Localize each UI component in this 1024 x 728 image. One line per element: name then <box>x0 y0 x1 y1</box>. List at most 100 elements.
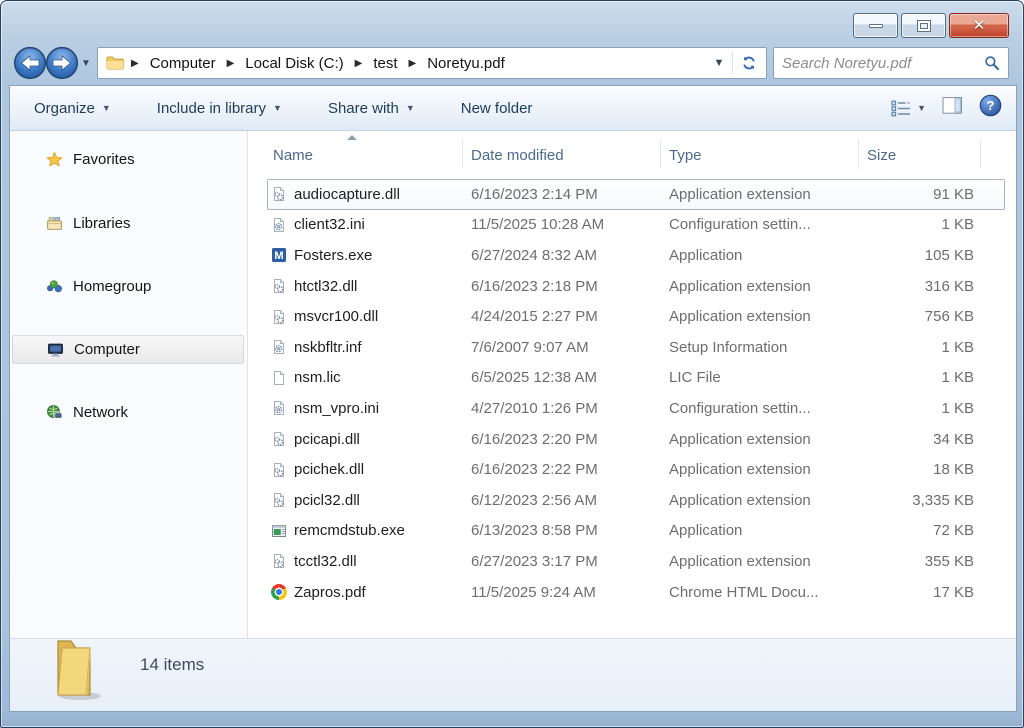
sidebar-item-libraries[interactable]: Libraries <box>12 209 244 238</box>
file-row-tcctl32-dll[interactable]: tcctl32.dll6/27/2023 3:17 PMApplication … <box>248 546 1016 577</box>
navigation-bar: ▼ ▶Computer▶Local Disk (C:)▶test▶Noretyu… <box>1 46 1023 80</box>
file-name: pcicl32.dll <box>294 492 360 509</box>
toolbar-button-new-folder[interactable]: New folder <box>451 94 543 123</box>
breadcrumb-chevron[interactable]: ▶ <box>124 58 146 69</box>
dll-gears-icon <box>271 309 287 325</box>
file-row-htctl32-dll[interactable]: htctl32.dll6/16/2023 2:18 PMApplication … <box>248 271 1016 302</box>
file-type: Application extension <box>661 308 859 325</box>
file-row-remcmdstub-exe[interactable]: remcmdstub.exe6/13/2023 8:58 PMApplicati… <box>248 516 1016 547</box>
folder-icon <box>106 56 124 70</box>
file-row-pcichek-dll[interactable]: pcichek.dll6/16/2023 2:22 PMApplication … <box>248 454 1016 485</box>
dll-gears-icon <box>271 492 287 508</box>
file-name: htctl32.dll <box>294 278 357 295</box>
file-row-nsm-vpro-ini[interactable]: nsm_vpro.ini4/27/2010 1:26 PMConfigurati… <box>248 393 1016 424</box>
toolbar-button-share-with[interactable]: Share with ▼ <box>318 94 425 123</box>
main-area: Favorites Libraries Homegroup Computer Netwo… <box>10 131 1016 638</box>
column-header-type[interactable]: Type <box>661 131 859 179</box>
close-icon: ✕ <box>973 18 986 33</box>
change-view-button[interactable]: ▼ <box>891 99 926 118</box>
details-pane: 14 items <box>10 638 1016 711</box>
window-controls: ✕ <box>853 13 1009 38</box>
breadcrumb-chevron[interactable]: ▶ <box>348 58 370 69</box>
app-window-icon <box>271 523 287 539</box>
preview-pane-button[interactable] <box>942 96 963 120</box>
chevron-down-icon: ▼ <box>406 103 415 113</box>
toolbar-button-include-in-library[interactable]: Include in library▼ <box>147 94 292 123</box>
forward-button[interactable] <box>45 46 79 80</box>
breadcrumb[interactable]: ▶Computer▶Local Disk (C:)▶test▶Noretyu.p… <box>97 47 767 79</box>
sidebar-item-label: Libraries <box>73 215 131 232</box>
network-icon <box>46 404 63 421</box>
back-button[interactable] <box>13 46 47 80</box>
breadcrumb-item-noretyu-pdf[interactable]: Noretyu.pdf <box>423 53 509 74</box>
file-date: 6/16/2023 2:14 PM <box>463 186 661 203</box>
search-icon[interactable] <box>984 55 1000 71</box>
file-size: 1 KB <box>859 369 981 386</box>
maximize-button[interactable] <box>901 13 946 38</box>
chevron-down-icon: ▼ <box>917 103 926 113</box>
toolbar-button-organize[interactable]: Organize▼ <box>24 94 121 123</box>
breadcrumb-item-local-disk-c[interactable]: Local Disk (C:) <box>241 53 347 74</box>
file-row-audiocapture-dll[interactable]: audiocapture.dll6/16/2023 2:14 PMApplica… <box>248 179 1016 210</box>
command-bar: Organize▼Include in library▼Share with▼N… <box>10 86 1016 131</box>
breadcrumb-chevron[interactable]: ▶ <box>402 58 424 69</box>
file-type: Configuration settin... <box>661 400 859 417</box>
file-name-cell: Zapros.pdf <box>248 584 463 601</box>
toolbar-button-label: Share with <box>328 100 399 117</box>
big-folder-icon <box>44 633 110 705</box>
toolbar-button-label: Organize <box>34 100 95 117</box>
sidebar-item-network[interactable]: Network <box>12 398 244 427</box>
help-button[interactable]: ? <box>979 94 1002 122</box>
column-header-date-modified[interactable]: Date modified <box>463 131 661 179</box>
breadcrumb-item-computer[interactable]: Computer <box>146 53 220 74</box>
file-list: NameDate modifiedType Size audiocapture.d… <box>248 131 1016 638</box>
breadcrumb-item-test[interactable]: test <box>369 53 401 74</box>
recent-pages-button[interactable]: ▼ <box>81 58 91 69</box>
file-row-nskbfltr-inf[interactable]: nskbfltr.inf7/6/2007 9:07 AMSetup Inform… <box>248 332 1016 363</box>
file-row-client32-ini[interactable]: client32.ini11/5/2025 10:28 AMConfigurat… <box>248 210 1016 241</box>
column-header-size[interactable]: Size <box>859 131 981 179</box>
file-name-cell: htctl32.dll <box>248 278 463 295</box>
file-row-nsm-lic[interactable]: nsm.lic6/5/2025 12:38 AMLIC File1 KB <box>248 363 1016 394</box>
file-name: pcicapi.dll <box>294 431 360 448</box>
file-name-cell: msvcr100.dll <box>248 308 463 325</box>
file-row-msvcr100-dll[interactable]: msvcr100.dll4/24/2015 2:27 PMApplication… <box>248 301 1016 332</box>
refresh-button[interactable] <box>733 55 765 71</box>
file-row-zapros-pdf[interactable]: Zapros.pdf11/5/2025 9:24 AMChrome HTML D… <box>248 577 1016 608</box>
exe-m-icon: M <box>271 247 287 263</box>
sidebar-item-favorites[interactable]: Favorites <box>12 145 244 174</box>
nav-buttons: ▼ <box>13 46 91 80</box>
sidebar-item-label: Favorites <box>73 151 135 168</box>
search-input[interactable] <box>782 55 984 72</box>
file-row-pcicapi-dll[interactable]: pcicapi.dll6/16/2023 2:20 PMApplication … <box>248 424 1016 455</box>
column-header-name[interactable]: Name <box>248 131 463 179</box>
file-date: 6/16/2023 2:22 PM <box>463 461 661 478</box>
dll-gears-icon <box>271 462 287 478</box>
sort-ascending-icon <box>347 135 357 140</box>
file-date: 11/5/2025 9:24 AM <box>463 584 661 601</box>
file-rows: audiocapture.dll6/16/2023 2:14 PMApplica… <box>248 179 1016 607</box>
file-size: 355 KB <box>859 553 981 570</box>
column-header-label: Size <box>867 147 896 164</box>
file-type: Application extension <box>661 492 859 509</box>
content-frame: Organize▼Include in library▼Share with▼N… <box>9 85 1017 712</box>
file-name-cell: client32.ini <box>248 216 463 233</box>
file-name: pcichek.dll <box>294 461 364 478</box>
minimize-button[interactable] <box>853 13 898 38</box>
sidebar-item-computer[interactable]: Computer <box>12 335 244 364</box>
address-dropdown-button[interactable]: ▼ <box>706 57 732 69</box>
svg-text:M: M <box>274 250 283 262</box>
file-row-pcicl32-dll[interactable]: pcicl32.dll6/12/2023 2:56 AMApplication … <box>248 485 1016 516</box>
file-size: 1 KB <box>859 216 981 233</box>
close-button[interactable]: ✕ <box>949 13 1009 38</box>
sidebar-item-homegroup[interactable]: Homegroup <box>12 272 244 301</box>
file-type: LIC File <box>661 369 859 386</box>
toolbar-button-label: Include in library <box>157 100 266 117</box>
file-size: 72 KB <box>859 522 981 539</box>
file-date: 6/16/2023 2:20 PM <box>463 431 661 448</box>
file-name: nskbfltr.inf <box>294 339 362 356</box>
breadcrumb-chevron[interactable]: ▶ <box>220 58 242 69</box>
toolbar-button-label: New folder <box>461 100 533 117</box>
file-row-fosters-exe[interactable]: MFosters.exe6/27/2024 8:32 AMApplication… <box>248 240 1016 271</box>
views-icon <box>891 99 912 118</box>
